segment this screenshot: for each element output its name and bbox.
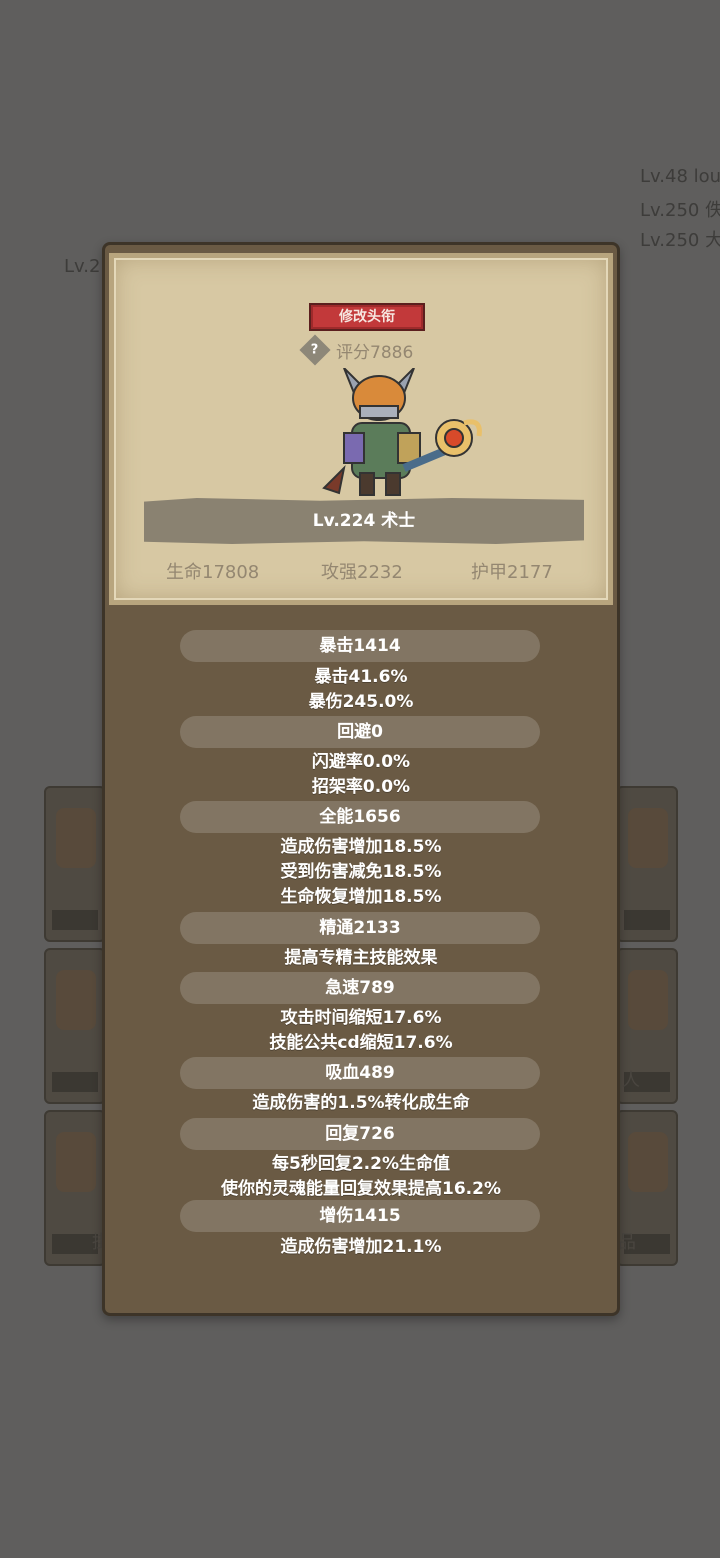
- stat-header-haste: 急速789: [180, 972, 540, 1004]
- stat-line: 造成伤害增加21.1%: [280, 1237, 442, 1257]
- stat-line: 提高专精主技能效果: [284, 948, 438, 968]
- base-stats: 生命17808 攻强2232 护甲2177: [114, 558, 608, 586]
- equipment-slot: 人: [616, 948, 678, 1104]
- stat-line: 造成伤害增加18.5%: [280, 837, 442, 857]
- edit-title-button[interactable]: 修改头衔: [309, 303, 425, 331]
- character-info-panel: 修改头衔 ? 评分7886 Lv.224 术士 生命17808 攻强2232 护…: [102, 242, 620, 1316]
- score-text: 评分7886: [336, 342, 414, 363]
- stat-header-dodge: 回避0: [180, 716, 540, 748]
- help-icon[interactable]: ?: [299, 334, 331, 366]
- equipment-slot: 品: [616, 1110, 678, 1266]
- equipment-slot: [44, 786, 106, 942]
- score-row: ? 评分7886: [299, 334, 414, 366]
- stat-line: 生命恢复增加18.5%: [280, 887, 442, 907]
- background-level: Lv.2: [64, 256, 101, 277]
- stat-header-damage-bonus: 增伤1415: [180, 1200, 540, 1232]
- stat-line: 技能公共cd缩短17.6%: [269, 1033, 453, 1053]
- slot-label: 品: [618, 1232, 636, 1253]
- character-portrait: [322, 368, 482, 496]
- stat-header-crit: 暴击1414: [180, 630, 540, 662]
- attack-stat: 攻强2232: [321, 562, 403, 583]
- stat-header-versatility: 全能1656: [180, 801, 540, 833]
- ranking-entry: Lv.250 佚: [640, 200, 720, 221]
- character-card: 修改头衔 ? 评分7886 Lv.224 术士 生命17808 攻强2232 护…: [109, 253, 613, 605]
- ranking-entry: Lv.250 大: [640, 230, 720, 251]
- slot-label: 人: [622, 1070, 640, 1091]
- character-name-banner: Lv.224 术士: [144, 498, 584, 544]
- armor-stat: 护甲2177: [471, 562, 553, 583]
- stat-line: 受到伤害减免18.5%: [280, 862, 442, 882]
- stat-line: 使你的灵魂能量回复效果提高16.2%: [221, 1179, 501, 1199]
- hp-stat: 生命17808: [166, 562, 260, 583]
- equipment-slot: [616, 786, 678, 942]
- stat-line: 每5秒回复2.2%生命值: [272, 1154, 450, 1174]
- stat-line: 暴击41.6%: [314, 667, 408, 687]
- stat-header-mastery: 精通2133: [180, 912, 540, 944]
- ranking-entry: Lv.48 lou: [640, 166, 720, 187]
- equipment-slot: [44, 948, 106, 1104]
- stat-header-regen: 回复726: [180, 1118, 540, 1150]
- stat-line: 攻击时间缩短17.6%: [280, 1008, 442, 1028]
- stat-line: 造成伤害的1.5%转化成生命: [252, 1093, 470, 1113]
- equipment-slot: 掛: [44, 1110, 106, 1266]
- stat-line: 招架率0.0%: [311, 777, 411, 797]
- stat-header-lifesteal: 吸血489: [180, 1057, 540, 1089]
- stat-line: 闪避率0.0%: [311, 752, 411, 772]
- stat-line: 暴伤245.0%: [308, 692, 414, 712]
